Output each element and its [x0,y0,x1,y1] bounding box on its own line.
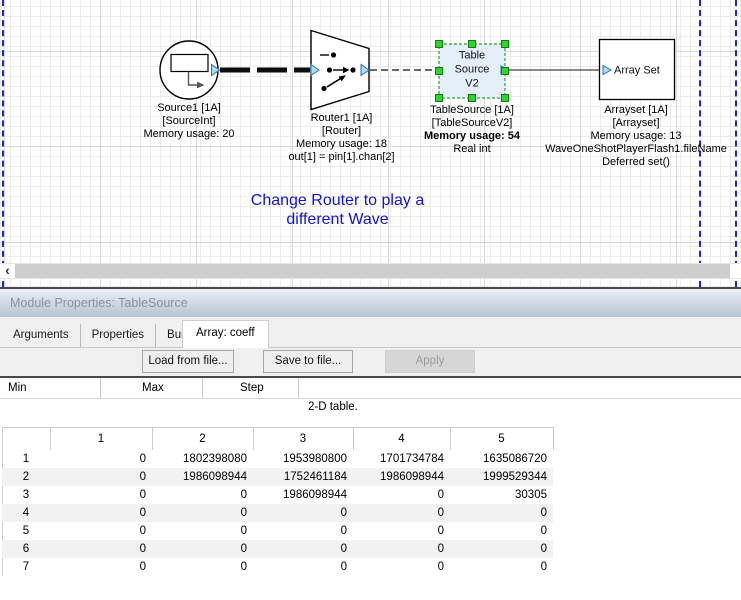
save-to-file-button[interactable]: Save to file... [263,350,353,373]
cell[interactable]: 1701734784 [353,450,450,468]
tab-properties[interactable]: Properties [81,324,156,347]
row-header: 2 [2,468,50,486]
row-header: 4 [2,504,50,522]
grid-header-row: 1 2 3 4 5 [2,428,553,450]
tablesource-body-line2: Source [455,64,490,76]
cell[interactable]: 1802398080 [152,450,253,468]
table-row: 4 0 0 0 0 0 [2,504,553,522]
router-node-icon [350,67,355,72]
cell[interactable]: 0 [152,540,253,558]
range-separator [100,378,101,398]
row-header: 3 [2,486,50,504]
app-window: Table Source V2 [0,0,741,600]
cell[interactable]: 0 [50,486,152,504]
cell[interactable]: 0 [353,522,450,540]
arrayset-body-label: Array Set [614,65,660,77]
panel-upper-section: Arguments Properties Build Array: coeff … [0,317,741,376]
tab-arguments[interactable]: Arguments [2,324,81,347]
min-header: Min [8,382,27,394]
column-header: 4 [353,428,450,450]
cell[interactable]: 0 [152,522,253,540]
page-guide-line [2,0,4,287]
source-label: Source1 [1A] [SourceInt] Memory usage: 2… [119,102,259,141]
cell[interactable]: 1953980800 [253,450,353,468]
max-header: Max [142,382,164,394]
cell[interactable]: 1752461184 [253,468,353,486]
panel-table-section: Min Max Step 2-D table. 1 2 3 4 5 1 0 18… [0,378,741,600]
horizontal-scrollbar[interactable]: ‹ [0,263,741,279]
cell[interactable]: 0 [253,504,353,522]
range-header: Min Max Step [0,378,741,399]
table-row: 7 0 0 0 0 0 [2,558,553,576]
range-separator [202,378,203,398]
table-row: 5 0 0 0 0 0 [2,522,553,540]
cell[interactable]: 0 [353,486,450,504]
cell[interactable]: 0 [353,504,450,522]
tablesource-module[interactable]: Table Source V2 [436,41,509,102]
scrollbar-thumb[interactable] [15,264,730,278]
apply-button[interactable]: Apply [385,350,475,373]
arrayset-label: Arrayset [1A] [Arrayset] Memory usage: 1… [535,104,737,169]
cell[interactable]: 0 [253,540,353,558]
design-canvas[interactable]: Table Source V2 [0,0,741,287]
table-caption: 2-D table. [308,401,358,413]
panel-title: Module Properties: TableSource [10,296,188,310]
column-header: 2 [152,428,253,450]
load-from-file-button[interactable]: Load from file... [142,350,234,373]
tab-bar: Arguments Properties Build [2,317,205,347]
cell[interactable]: 0 [50,468,152,486]
row-header: 5 [2,522,50,540]
cell[interactable]: 0 [450,522,553,540]
tablesource-label: TableSource [1A] [TableSourceV2] Memory … [392,104,552,156]
step-header: Step [240,382,264,394]
cell[interactable]: 1635086720 [450,450,553,468]
row-header: 7 [2,558,50,576]
table-row: 3 0 0 1986098944 0 30305 [2,486,553,504]
tablesource-body-line3: V2 [465,78,478,90]
cell[interactable]: 30305 [450,486,553,504]
column-header: 5 [450,428,553,450]
tablesource-body-line1: Table [459,50,485,62]
cell[interactable]: 0 [253,558,353,576]
cell[interactable]: 0 [50,540,152,558]
cell[interactable]: 0 [450,558,553,576]
cell[interactable]: 0 [152,504,253,522]
table-row: 1 0 1802398080 1953980800 1701734784 163… [2,450,553,468]
cell[interactable]: 1986098944 [353,468,450,486]
router-node-icon [331,52,336,57]
source-symbol-icon [171,55,208,72]
canvas-annotation[interactable]: Change Router to play a different Wave [230,191,445,229]
cell[interactable]: 0 [50,522,152,540]
tab-array-coeff[interactable]: Array: coeff [182,320,269,348]
cell[interactable]: 1986098944 [253,486,353,504]
column-header: 1 [50,428,152,450]
range-separator [298,378,299,398]
corner-header [2,428,50,450]
row-header: 6 [2,540,50,558]
cell[interactable]: 0 [353,558,450,576]
cell[interactable]: 0 [450,504,553,522]
scroll-left-arrow-icon[interactable]: ‹ [0,264,15,278]
router-node-icon [327,67,332,72]
cell[interactable]: 0 [450,540,553,558]
cell[interactable]: 0 [50,558,152,576]
cell[interactable]: 1999529344 [450,468,553,486]
cell[interactable]: 0 [353,540,450,558]
table-row: 6 0 0 0 0 0 [2,540,553,558]
cell[interactable]: 0 [50,450,152,468]
cell[interactable]: 0 [50,504,152,522]
cell[interactable]: 0 [152,486,253,504]
row-header: 1 [2,450,50,468]
cell[interactable]: 0 [253,522,353,540]
source-module[interactable] [160,41,218,99]
cell[interactable]: 1986098944 [152,468,253,486]
router-node-icon [321,86,326,91]
column-header: 3 [253,428,353,450]
panel-titlebar: Module Properties: TableSource [0,289,741,317]
arrayset-module[interactable]: Array Set [600,40,675,100]
grid-header-separator [553,427,554,450]
table-row: 2 0 1986098944 1752461184 1986098944 199… [2,468,553,486]
tabs-underline [0,347,741,348]
cell[interactable]: 0 [152,558,253,576]
